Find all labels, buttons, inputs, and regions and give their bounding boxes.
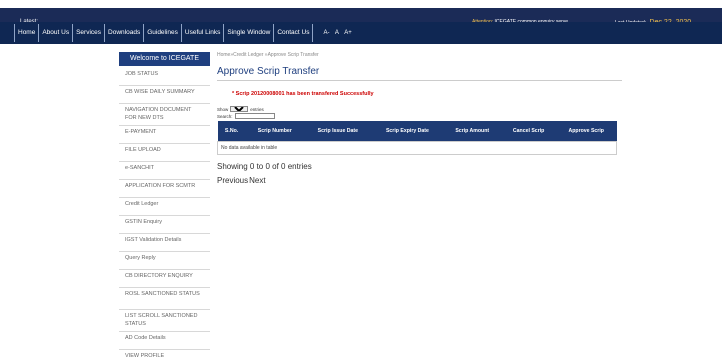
- font-reset-button[interactable]: A: [335, 30, 339, 36]
- sidebar-item-igst-validation-details[interactable]: IGST Validation Details: [119, 234, 210, 252]
- sidebar-item-application-for-scmtr[interactable]: APPLICATION FOR SCMTR: [119, 180, 210, 198]
- success-message: * Scrip 20120008001 has been transfered …: [232, 91, 374, 97]
- pagination: PreviousNext: [217, 176, 622, 185]
- sidebar-item-navigation-document[interactable]: NAVIGATION DOCUMENT FOR NEW DTS: [119, 104, 210, 126]
- sidebar-header: Welcome to ICEGATE: [119, 52, 210, 66]
- sidebar-item-credit-ledger[interactable]: Credit Ledger: [119, 198, 210, 216]
- column-header-cancel-scrip[interactable]: Cancel Scrip: [501, 121, 556, 141]
- table-header-row: S.No. Scrip Number Scrip Issue Date Scri…: [217, 121, 617, 141]
- nav-downloads[interactable]: Downloads: [105, 24, 145, 42]
- entries-select[interactable]: 10: [230, 106, 249, 112]
- nav-services[interactable]: Services: [73, 24, 106, 42]
- font-increase-button[interactable]: A+: [344, 30, 352, 36]
- sidebar-item-cb-wise-daily-summary[interactable]: CB WISE DAILY SUMMARY: [119, 86, 210, 104]
- nav-home[interactable]: Home: [14, 24, 40, 42]
- column-header-scrip-number[interactable]: Scrip Number: [246, 121, 304, 141]
- previous-button[interactable]: Previous: [217, 176, 248, 185]
- sidebar-item-file-upload[interactable]: FILE UPLOAD: [119, 144, 210, 162]
- font-size-controls: A- A A+: [323, 30, 355, 36]
- sidebar-item-e-payment[interactable]: E-PAYMENT: [119, 126, 210, 144]
- sidebar-item-ad-code-details[interactable]: AD Code Details: [119, 332, 210, 350]
- table-row: No data available in table: [217, 140, 617, 155]
- sidebar-item-rosl-sanctioned-status[interactable]: ROSL SANCTIONED STATUS: [119, 288, 210, 310]
- column-header-scrip-expiry-date[interactable]: Scrip Expiry Date: [372, 121, 443, 141]
- page: Latest: Attention: ICEGATE common enquir…: [0, 0, 722, 362]
- next-button[interactable]: Next: [249, 176, 265, 185]
- main-content: Home»Credit Ledger »Approve Scrip Transf…: [217, 52, 622, 185]
- nav-single-window[interactable]: Single Window: [224, 24, 275, 42]
- nav-guidelines[interactable]: Guidelines: [144, 24, 182, 42]
- nav-about-us[interactable]: About Us: [39, 24, 74, 42]
- sidebar-item-cb-directory-enquiry[interactable]: CB DIRECTORY ENQUIRY: [119, 270, 210, 288]
- sidebar: Welcome to ICEGATE JOB STATUS CB WISE DA…: [119, 52, 210, 362]
- column-header-scrip-issue-date[interactable]: Scrip Issue Date: [304, 121, 372, 141]
- search-input[interactable]: [234, 113, 275, 119]
- ticker-bar: Latest: Attention: ICEGATE common enquir…: [0, 8, 722, 26]
- sidebar-item-view-profile[interactable]: VIEW PROFILE: [119, 350, 210, 362]
- font-decrease-button[interactable]: A-: [323, 30, 329, 36]
- breadcrumb[interactable]: Home»Credit Ledger »Approve Scrip Transf…: [217, 52, 622, 58]
- entries-label: entries: [250, 106, 264, 112]
- sidebar-item-list-scroll-sanctioned-status[interactable]: LIST SCROLL SANCTIONED STATUS: [119, 310, 210, 332]
- main-nav: Home About Us Services Downloads Guideli…: [0, 22, 722, 44]
- nav-contact-us[interactable]: Contact Us: [274, 24, 314, 42]
- show-label: Show: [217, 106, 229, 112]
- sidebar-item-gstin-enquiry[interactable]: GSTIN Enquiry: [119, 216, 210, 234]
- table-info: Showing 0 to 0 of 0 entries: [217, 161, 312, 171]
- sidebar-item-query-reply[interactable]: Query Reply: [119, 252, 210, 270]
- top-band: [0, 0, 722, 8]
- entries-length-control: Show 10 entries: [217, 106, 622, 112]
- scrip-table: S.No. Scrip Number Scrip Issue Date Scri…: [217, 121, 617, 155]
- empty-table-message: No data available in table: [217, 140, 617, 155]
- sidebar-item-e-sanchit[interactable]: e-SANCHIT: [119, 162, 210, 180]
- search-label: Search:: [217, 113, 233, 119]
- column-header-sno[interactable]: S.No.: [218, 121, 246, 141]
- column-header-approve-scrip[interactable]: Approve Scrip: [556, 121, 617, 141]
- sidebar-item-job-status[interactable]: JOB STATUS: [119, 68, 210, 86]
- page-title: Approve Scrip Transfer: [217, 66, 622, 81]
- column-header-scrip-amount[interactable]: Scrip Amount: [443, 121, 501, 141]
- nav-useful-links[interactable]: Useful Links: [182, 24, 225, 42]
- table-search: Search:: [217, 113, 622, 119]
